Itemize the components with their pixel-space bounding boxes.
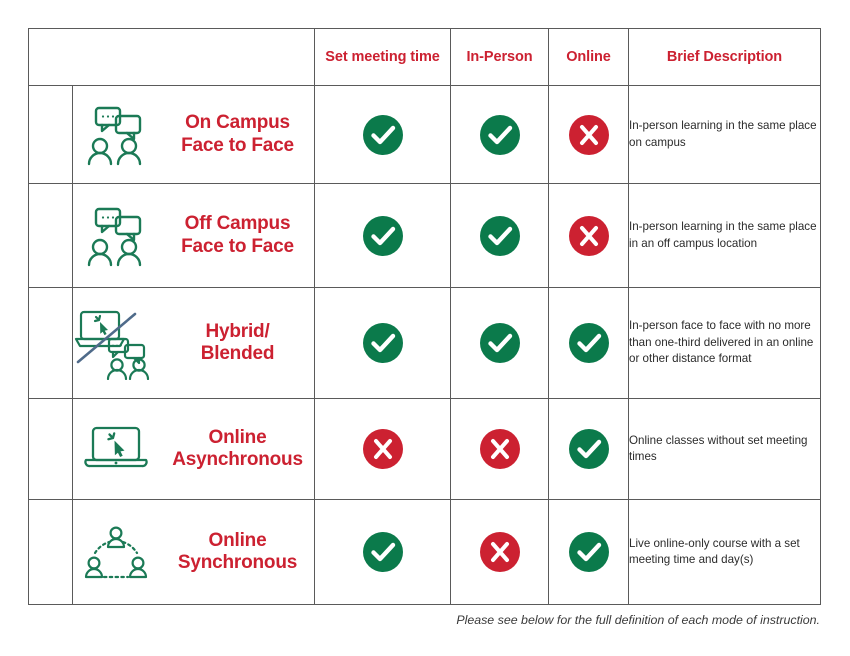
online-mark bbox=[548, 183, 629, 288]
mode-title-cell: Online Asynchronous bbox=[72, 398, 315, 500]
cross-circle-icon bbox=[549, 214, 628, 258]
set-meeting-time-mark bbox=[314, 398, 451, 500]
cross-circle-icon bbox=[315, 427, 450, 471]
table-header-row: Set meeting time In-Person Online Brief … bbox=[28, 28, 821, 86]
mode-title-line-2: Blended bbox=[200, 343, 275, 364]
mode-title-line-1: Off Campus bbox=[184, 213, 291, 235]
column-header-online: Online bbox=[548, 28, 629, 86]
laptop-cursor-icon bbox=[73, 421, 159, 477]
mode-title-line-1: Hybrid/ bbox=[205, 320, 270, 342]
table-row: 3 Hybrid/ Blended In-person face to face… bbox=[28, 287, 821, 399]
description-cell: In-person learning in the same place in … bbox=[628, 183, 821, 288]
in-person-mark bbox=[450, 287, 549, 399]
mode-title-line-1: On Campus bbox=[185, 112, 290, 134]
check-circle-icon bbox=[549, 321, 628, 365]
mode-title-text: Off Campus Face to Face bbox=[165, 213, 314, 257]
description-text: Online classes without set meeting times bbox=[629, 433, 808, 463]
check-circle-icon bbox=[451, 214, 548, 258]
row-number: 1 bbox=[28, 85, 73, 184]
check-circle-icon bbox=[315, 321, 450, 365]
check-circle-icon bbox=[315, 113, 450, 157]
description-cell: Online classes without set meeting times bbox=[628, 398, 821, 500]
mode-title-cell: Hybrid/ Blended bbox=[72, 287, 315, 399]
description-text: In-person face to face with no more than… bbox=[629, 319, 814, 366]
column-header-brief-description: Brief Description bbox=[628, 28, 821, 86]
mode-title-cell: Off Campus Face to Face bbox=[72, 183, 315, 288]
table-body: 1 On Campus Face to Face In-person learn… bbox=[28, 85, 821, 605]
mode-title-cell: On Campus Face to Face bbox=[72, 85, 315, 184]
table-row: 2 Off Campus Face to Face In-person lear… bbox=[28, 183, 821, 288]
cross-circle-icon bbox=[549, 113, 628, 157]
check-circle-icon bbox=[549, 427, 628, 471]
row-number: 5 bbox=[28, 499, 73, 605]
row-number: 2 bbox=[28, 183, 73, 288]
set-meeting-time-mark bbox=[314, 287, 451, 399]
modes-of-instruction-table: Set meeting time In-Person Online Brief … bbox=[28, 28, 821, 605]
mode-title-line-2: Synchronous bbox=[177, 552, 298, 573]
description-text: In-person learning in the same place in … bbox=[629, 220, 817, 250]
mode-title-line-2: Face to Face bbox=[181, 235, 294, 257]
mode-title-text: On Campus Face to Face bbox=[165, 112, 314, 156]
in-person-mark bbox=[450, 398, 549, 500]
two-people-speech-bubbles-icon bbox=[73, 205, 159, 267]
connected-people-group-icon bbox=[73, 521, 159, 583]
check-circle-icon bbox=[315, 214, 450, 258]
table-row: 4 Online Asynchronous Online classes wit… bbox=[28, 398, 821, 500]
mode-title-text: Online Asynchronous bbox=[165, 427, 314, 471]
online-mark bbox=[548, 85, 629, 184]
check-circle-icon bbox=[315, 530, 450, 574]
laptop-slash-people-icon bbox=[73, 306, 159, 380]
set-meeting-time-mark bbox=[314, 499, 451, 605]
check-circle-icon bbox=[549, 530, 628, 574]
in-person-mark bbox=[450, 183, 549, 288]
mode-title-text: Online Synchronous bbox=[165, 530, 314, 574]
cross-circle-icon bbox=[451, 427, 548, 471]
two-people-speech-bubbles-icon bbox=[73, 104, 159, 166]
in-person-mark bbox=[450, 499, 549, 605]
table-row: 1 On Campus Face to Face In-person learn… bbox=[28, 85, 821, 184]
mode-title-text: Hybrid/ Blended bbox=[165, 321, 314, 365]
check-circle-icon bbox=[451, 113, 548, 157]
column-header-set-meeting-time: Set meeting time bbox=[314, 28, 451, 86]
description-cell: In-person learning in the same place on … bbox=[628, 85, 821, 184]
mode-title-line-2: Asynchronous bbox=[172, 449, 303, 470]
cross-circle-icon bbox=[451, 530, 548, 574]
description-text: In-person learning in the same place on … bbox=[629, 119, 817, 149]
mode-title-cell: Online Synchronous bbox=[72, 499, 315, 605]
online-mark bbox=[548, 499, 629, 605]
online-mark bbox=[548, 398, 629, 500]
description-cell: Live online-only course with a set meeti… bbox=[628, 499, 821, 605]
mode-title-line-1: Online bbox=[208, 426, 267, 448]
infographic-page: Set meeting time In-Person Online Brief … bbox=[0, 0, 850, 656]
mode-title-line-1: Online bbox=[208, 529, 267, 551]
row-number: 3 bbox=[28, 287, 73, 399]
description-cell: In-person face to face with no more than… bbox=[628, 287, 821, 399]
description-text: Live online-only course with a set meeti… bbox=[629, 536, 800, 566]
footnote-text: Please see below for the full definition… bbox=[456, 613, 820, 627]
row-number: 4 bbox=[28, 398, 73, 500]
header-blank-cell bbox=[28, 28, 315, 86]
set-meeting-time-mark bbox=[314, 85, 451, 184]
check-circle-icon bbox=[451, 321, 548, 365]
in-person-mark bbox=[450, 85, 549, 184]
mode-title-line-2: Face to Face bbox=[181, 134, 294, 156]
column-header-in-person: In-Person bbox=[450, 28, 549, 86]
table-row: 5 Online Synchronous Live online-only co… bbox=[28, 499, 821, 605]
set-meeting-time-mark bbox=[314, 183, 451, 288]
online-mark bbox=[548, 287, 629, 399]
